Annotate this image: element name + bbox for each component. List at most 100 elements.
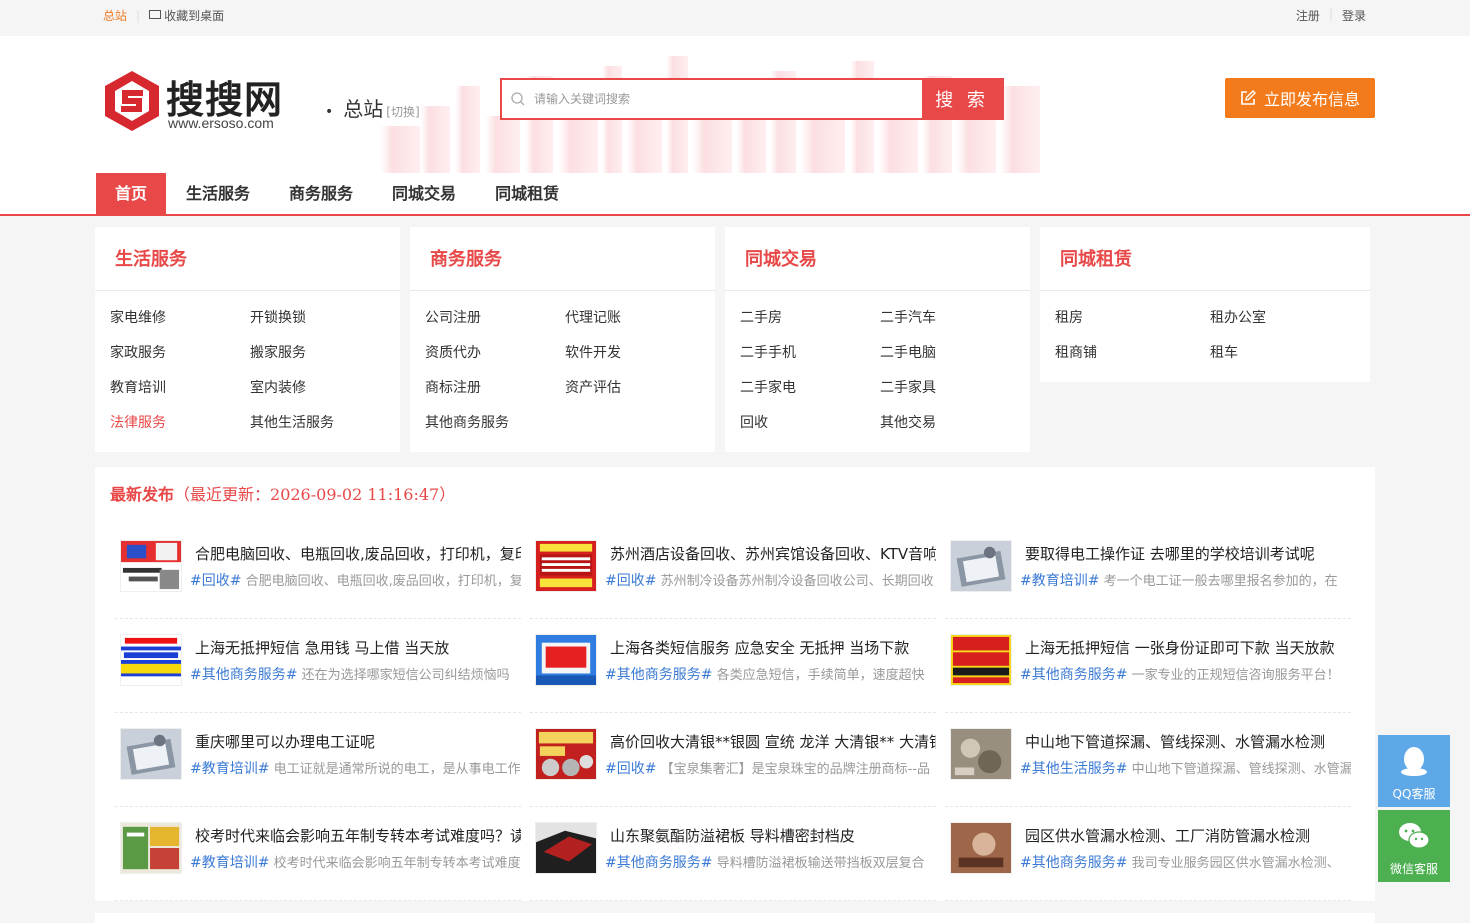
listing-title[interactable]: 重庆哪里可以办理电工证呢 [195,731,521,752]
category-title[interactable]: 商务服务 [410,227,715,291]
listing-item[interactable]: 上海无抵押短信 急用钱 马上借 当天放 #其他商务服务# 还在为选择哪家短信公司纠… [115,619,521,713]
listing-tag[interactable]: #其他商务服务# [605,667,712,683]
listing-title[interactable]: 中山地下管道探漏、管线探测、水管漏水检测 [1025,731,1351,752]
category-link[interactable]: 二手手机 [740,339,880,374]
category-link[interactable]: 二手家电 [740,374,880,409]
category-link[interactable]: 回收 [740,409,880,444]
listing-thumbnail[interactable] [535,822,597,874]
listing-title[interactable]: 上海各类短信服务 应急安全 无抵押 当场下款 [610,637,936,658]
category-link[interactable]: 其他生活服务 [250,409,390,444]
listing-tag[interactable]: #教育培训# [190,761,269,777]
category-link[interactable]: 租房 [1055,304,1210,339]
category-link[interactable]: 二手汽车 [880,304,1020,339]
site-link[interactable]: 总站 [103,7,127,24]
login-link[interactable]: 登录 [1342,7,1366,24]
category-link[interactable]: 公司注册 [425,304,565,339]
listing-item[interactable]: 要取得电工操作证 去哪里的学校培训考试呢 #教育培训# 考一个电工证一般去哪里报名… [945,525,1351,619]
category-link[interactable]: 开锁换锁 [250,304,390,339]
listing-item[interactable]: 重庆哪里可以办理电工证呢 #教育培训# 电工证就是通常所说的电工，是从事电工作业 [115,713,521,807]
category-title[interactable]: 生活服务 [95,227,400,291]
category-link[interactable]: 二手家具 [880,374,1020,409]
category-link[interactable]: 租车 [1210,339,1365,374]
category-box-life: 生活服务 家电维修 开锁换锁 家政服务 搬家服务 教育培训 室内装修 法律服务 … [95,227,400,452]
listing-item[interactable]: 山东聚氨酯防溢裙板 导料槽密封档皮 #其他商务服务# 导料槽防溢裙板输送带挡板双层… [530,807,936,901]
listing-tag[interactable]: #教育培训# [1020,573,1099,589]
category-link[interactable]: 资质代办 [425,339,565,374]
category-title[interactable]: 同城交易 [725,227,1030,291]
category-link[interactable]: 二手房 [740,304,880,339]
listing-tag[interactable]: #教育培训# [190,855,269,871]
listing-item[interactable]: 中山地下管道探漏、管线探测、水管漏水检测 #其他生活服务# 中山地下管道探漏、管线… [945,713,1351,807]
nav-home[interactable]: 首页 [96,173,167,214]
listing-thumbnail[interactable] [950,728,1012,780]
listing-tag[interactable]: #回收# [190,573,241,589]
favorite-link[interactable]: 收藏到桌面 [149,7,224,24]
listing-item[interactable]: 上海各类短信服务 应急安全 无抵押 当场下款 #其他商务服务# 各类应急短信，手续… [530,619,936,713]
category-link[interactable]: 租办公室 [1210,304,1365,339]
listing-title[interactable]: 苏州酒店设备回收、苏州宾馆设备回收、KTV音响设备回收 [610,543,936,564]
listing-title[interactable]: 山东聚氨酯防溢裙板 导料槽密封档皮 [610,825,936,846]
listing-title[interactable]: 合肥电脑回收、电瓶回收,废品回收，打印机，复印 [195,543,521,564]
category-link[interactable]: 软件开发 [565,339,705,374]
register-link[interactable]: 注册 [1296,7,1320,24]
listing-title[interactable]: 园区供水管漏水检测、工厂消防管漏水检测 [1025,825,1351,846]
listing-desc: #其他商务服务# 各类应急短信，手续简单，速度超快 [605,664,936,684]
listing-item[interactable]: 苏州酒店设备回收、苏州宾馆设备回收、KTV音响设备回收 #回收# 苏州制冷设备苏州… [530,525,936,619]
category-link[interactable]: 代理记账 [565,304,705,339]
nav-life-services[interactable]: 生活服务 [167,173,269,214]
listing-thumbnail[interactable] [120,634,182,686]
listing-tag[interactable]: #回收# [605,761,656,777]
qq-service-label: QQ客服 [1392,787,1436,801]
listing-thumbnail[interactable] [120,540,182,592]
city-switch-link[interactable]: [切换] [386,103,419,120]
category-link[interactable]: 商标注册 [425,374,565,409]
publish-button[interactable]: 立即发布信息 [1225,78,1375,118]
category-link[interactable]: 二手电脑 [880,339,1020,374]
listing-tag[interactable]: #其他商务服务# [605,855,712,871]
listing-thumbnail[interactable] [535,728,597,780]
listing-tag[interactable]: #其他商务服务# [1020,667,1127,683]
search-input[interactable] [534,80,922,118]
category-link[interactable]: 教育培训 [110,374,250,409]
listing-tag[interactable]: #其他商务服务# [190,667,297,683]
category-title[interactable]: 同城租赁 [1040,227,1370,291]
listing-item[interactable]: 园区供水管漏水检测、工厂消防管漏水检测 #其他商务服务# 我司专业服务园区供水管漏… [945,807,1351,901]
listing-thumbnail[interactable] [950,822,1012,874]
category-link[interactable]: 其他商务服务 [425,409,565,444]
listing-item[interactable]: 高价回收大清银**银圆 宣统 龙洋 大清银** 大清铜币 #回收# 【宝泉集奢汇】… [530,713,936,807]
category-link[interactable]: 其他交易 [880,409,1020,444]
listing-item[interactable]: 上海无抵押短信 一张身份证即可下款 当天放款 #其他商务服务# 一家专业的正规短信… [945,619,1351,713]
category-link[interactable]: 家电维修 [110,304,250,339]
listing-desc: #回收# 合肥电脑回收、电瓶回收,废品回收，打印机，复印机回收 [190,570,521,590]
wechat-service-button[interactable]: 微信客服 [1378,810,1450,882]
listing-tag[interactable]: #其他商务服务# [1020,855,1127,871]
listing-item[interactable]: 校考时代来临会影响五年制专转本考试难度吗？读 #教育培训# 校考时代来临会影响五年… [115,807,521,901]
category-link[interactable]: 室内装修 [250,374,390,409]
site-logo[interactable]: 搜搜网 www.ersoso.com [103,69,303,139]
listing-thumbnail[interactable] [535,540,597,592]
search-button[interactable]: 搜 索 [922,80,1002,118]
listing-tag[interactable]: #其他生活服务# [1020,761,1127,777]
category-link[interactable]: 法律服务 [110,409,250,444]
listing-thumbnail[interactable] [950,634,1012,686]
listing-thumbnail[interactable] [120,728,182,780]
listing-title[interactable]: 校考时代来临会影响五年制专转本考试难度吗？读 [195,825,521,846]
category-link[interactable]: 资产评估 [565,374,705,409]
qq-service-button[interactable]: QQ客服 [1378,735,1450,807]
listing-thumbnail[interactable] [950,540,1012,592]
nav-local-trade[interactable]: 同城交易 [373,173,475,214]
category-link[interactable]: 搬家服务 [250,339,390,374]
listing-title[interactable]: 要取得电工操作证 去哪里的学校培训考试呢 [1025,543,1351,564]
category-link[interactable]: 家政服务 [110,339,250,374]
listing-item[interactable]: 合肥电脑回收、电瓶回收,废品回收，打印机，复印 #回收# 合肥电脑回收、电瓶回收,… [115,525,521,619]
nav-local-rental[interactable]: 同城租赁 [476,173,578,214]
nav-business-services[interactable]: 商务服务 [270,173,372,214]
listing-thumbnail[interactable] [535,634,597,686]
category-link[interactable]: 租商铺 [1055,339,1210,374]
bullet: • [325,104,334,120]
listing-title[interactable]: 上海无抵押短信 急用钱 马上借 当天放 [195,637,521,658]
listing-title[interactable]: 高价回收大清银**银圆 宣统 龙洋 大清银** 大清铜币 [610,731,936,752]
listing-thumbnail[interactable] [120,822,182,874]
listing-tag[interactable]: #回收# [605,573,656,589]
listing-title[interactable]: 上海无抵押短信 一张身份证即可下款 当天放款 [1025,637,1351,658]
